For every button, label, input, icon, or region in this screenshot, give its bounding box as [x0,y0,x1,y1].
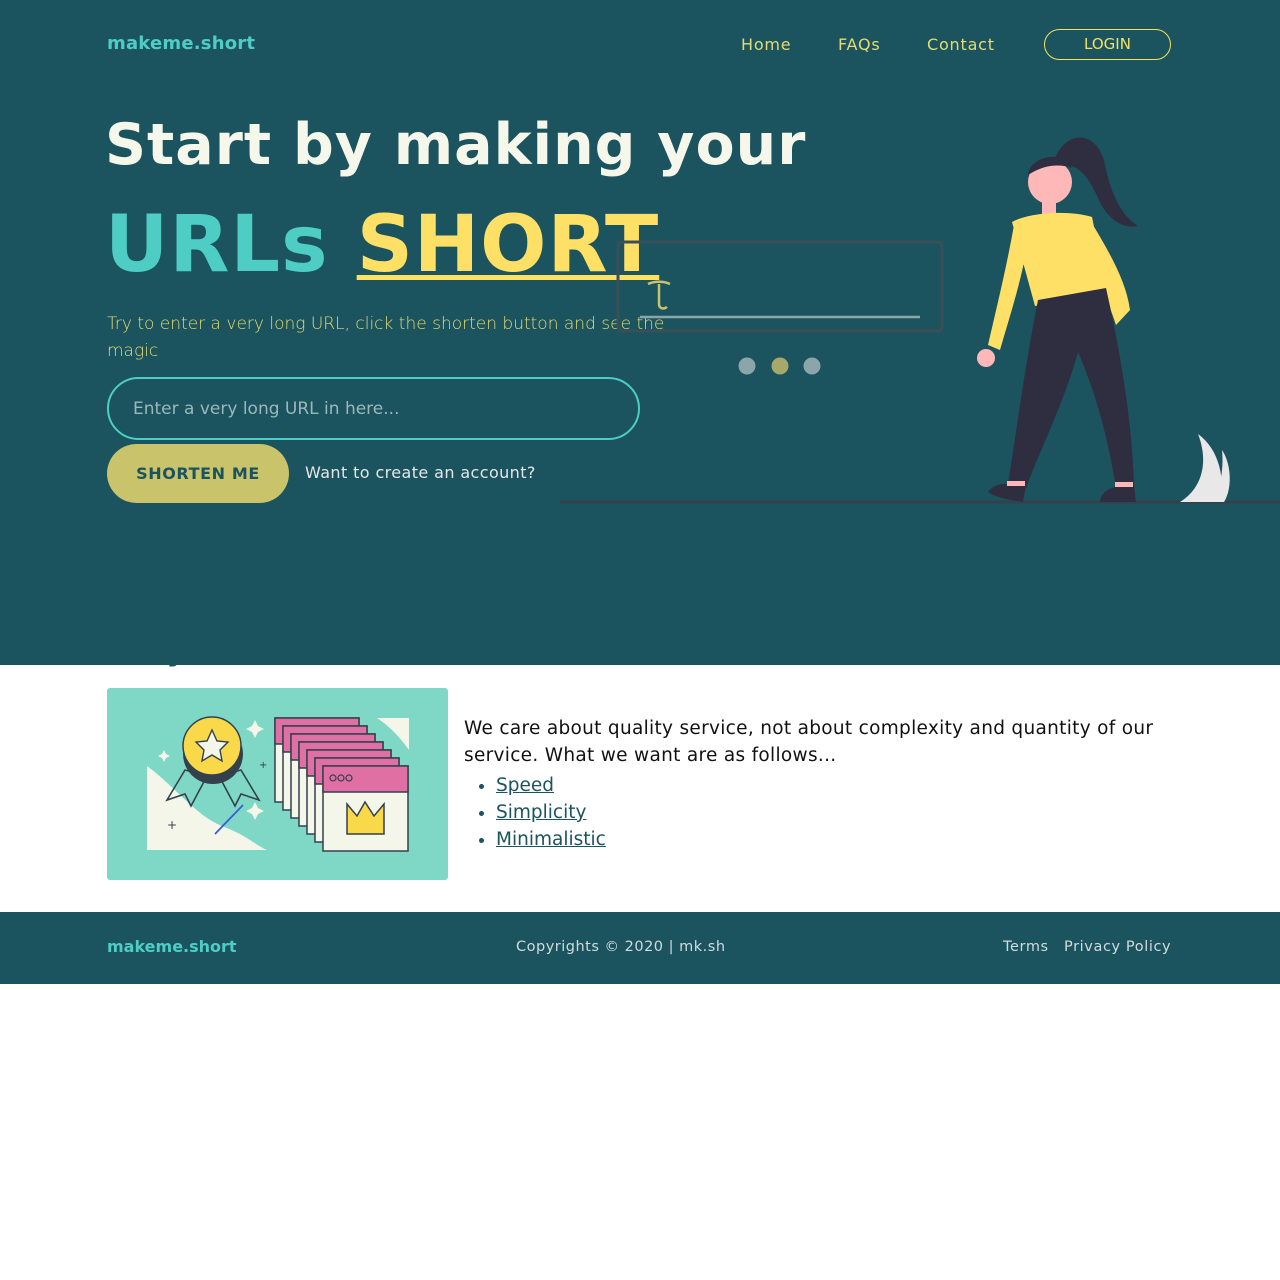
feature-minimalistic-link[interactable]: Minimalistic [496,829,606,850]
why-suffix: ? [469,632,489,668]
footer-terms-link[interactable]: Terms [1003,939,1049,955]
copyright-text: Copyrights © 2020 | mk.sh [516,939,726,955]
mock-dot-3 [803,357,821,375]
nav-faqs[interactable]: FAQs [838,35,881,54]
headline-urls: URLs [105,200,329,290]
quality-illustration: + + [107,688,448,880]
footer-privacy-link[interactable]: Privacy Policy [1064,939,1171,955]
list-item: Simplicity [496,799,606,826]
create-account-link[interactable]: Want to create an account? [305,463,536,482]
svg-text:+: + [259,760,267,771]
site-logo[interactable]: makeme.short [107,33,255,54]
list-item: Minimalistic [496,826,606,853]
feature-speed-link[interactable]: Speed [496,775,554,796]
login-button[interactable]: LOGIN [1044,29,1171,60]
list-item: Speed [496,772,606,799]
feature-simplicity-link[interactable]: Simplicity [496,802,586,823]
feature-list: Speed Simplicity Minimalistic [464,772,606,853]
svg-text:+: + [167,818,177,832]
cursor-icon [647,280,671,310]
why-description: We care about quality service, not about… [464,718,1154,766]
why-prefix: Why [107,632,201,668]
mock-dot-2 [771,357,789,375]
shorten-button[interactable]: SHORTEN ME [107,444,289,503]
nav-home[interactable]: Home [741,35,791,54]
footer-logo[interactable]: makeme.short [107,937,237,956]
mock-dot-1 [738,357,756,375]
plant-icon [1180,434,1230,502]
woman-figure [977,137,1138,502]
site-footer: makeme.short Copyrights © 2020 | mk.sh T… [0,912,1280,984]
why-brand-link[interactable]: makeme.short [200,632,469,668]
hero-illustration [560,137,1280,504]
why-heading: Why makeme.short? [107,632,489,668]
nav-contact[interactable]: Contact [927,35,995,54]
